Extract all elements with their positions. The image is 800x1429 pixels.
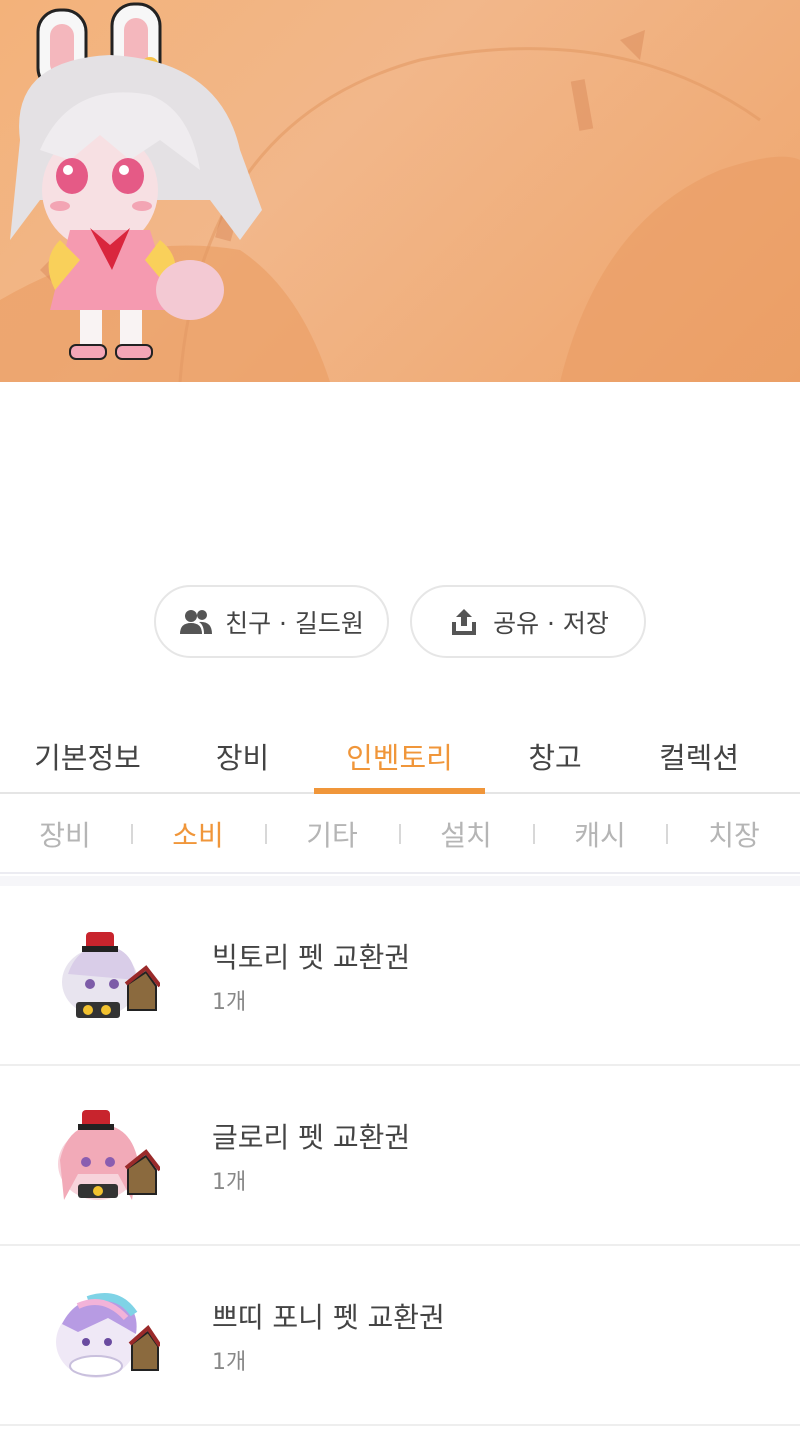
item-quantity: 1개 bbox=[212, 1170, 247, 1195]
subtab-equipment[interactable]: 장비 bbox=[10, 796, 120, 872]
subtab-cosmetic[interactable]: 치장 bbox=[679, 796, 789, 872]
share-upload-icon bbox=[452, 608, 477, 635]
share-save-button[interactable]: 공유 · 저장 bbox=[410, 585, 646, 658]
item-name: 빅토리 펫 교환권 bbox=[212, 941, 411, 974]
victory-pet-icon bbox=[62, 932, 160, 1018]
subtab-divider bbox=[533, 824, 535, 844]
item-name: 쁘띠 포니 펫 교환권 bbox=[212, 1301, 445, 1334]
tab-storage[interactable]: 창고 bbox=[490, 718, 620, 794]
friends-guild-button[interactable]: 친구 · 길드원 bbox=[154, 585, 389, 658]
subtab-setup[interactable]: 설치 bbox=[411, 796, 521, 872]
character-banner bbox=[0, 0, 800, 382]
share-save-label: 공유 · 저장 bbox=[493, 608, 609, 638]
petit-pony-pet-icon bbox=[56, 1293, 160, 1378]
glory-pet-icon bbox=[58, 1110, 160, 1200]
main-tab-bar: 기본정보 장비 인벤토리 창고 컬렉션 bbox=[0, 718, 800, 794]
list-item[interactable]: 글로리 펫 교환권 1개 bbox=[0, 1066, 800, 1246]
tab-equipment[interactable]: 장비 bbox=[175, 718, 310, 794]
tab-inventory[interactable]: 인벤토리 bbox=[314, 718, 485, 794]
subtab-etc[interactable]: 기타 bbox=[277, 796, 387, 872]
subtab-divider bbox=[399, 824, 401, 844]
friends-guild-label: 친구 · 길드원 bbox=[225, 608, 364, 638]
subtab-divider bbox=[666, 824, 668, 844]
subtab-consumable[interactable]: 소비 bbox=[143, 796, 253, 872]
item-quantity: 1개 bbox=[212, 990, 247, 1015]
active-tab-indicator bbox=[314, 788, 485, 794]
people-icon bbox=[180, 609, 213, 634]
tab-basic-info[interactable]: 기본정보 bbox=[0, 718, 175, 794]
subtab-cash[interactable]: 캐시 bbox=[545, 796, 655, 872]
list-item[interactable]: 빅토리 펫 교환권 1개 bbox=[0, 886, 800, 1066]
item-quantity: 1개 bbox=[212, 1350, 247, 1375]
item-name: 글로리 펫 교환권 bbox=[212, 1121, 411, 1154]
character-avatar bbox=[10, 2, 262, 360]
tab-collection[interactable]: 컬렉션 bbox=[620, 718, 778, 794]
list-item[interactable]: 쁘띠 포니 펫 교환권 1개 bbox=[0, 1246, 800, 1426]
subtab-divider bbox=[265, 824, 267, 844]
list-top-divider bbox=[0, 876, 800, 886]
subtab-divider bbox=[131, 824, 133, 844]
